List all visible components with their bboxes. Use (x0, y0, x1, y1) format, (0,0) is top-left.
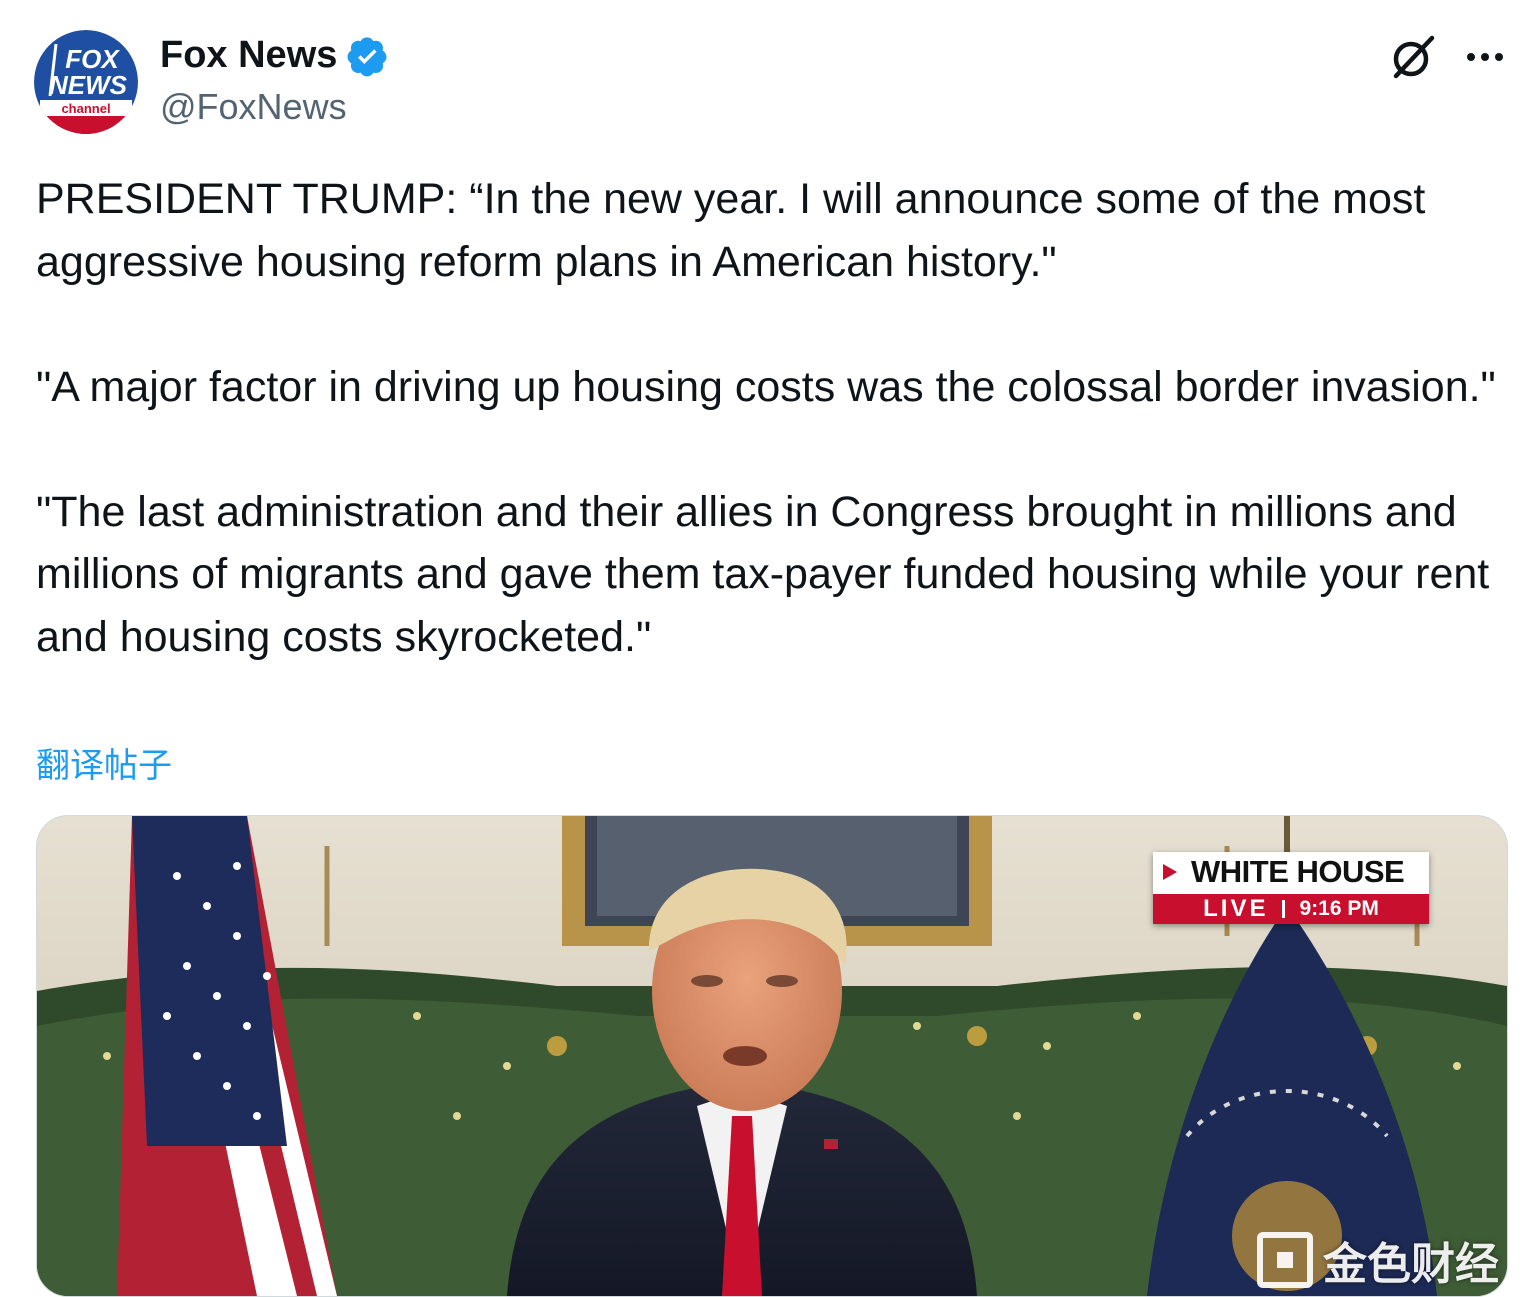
chyron-title: WHITE HOUSE (1191, 854, 1405, 889)
watermark-text: 金色财经 (1323, 1239, 1499, 1290)
chyron-live-row: LIVE 9:16 PM (1153, 894, 1429, 924)
chyron-title-row: WHITE HOUSE (1153, 852, 1429, 892)
avatar-text-news: NEWS (49, 70, 128, 100)
chyron-live-label: LIVE (1203, 895, 1269, 922)
translate-post-link[interactable]: 翻译帖子 (36, 738, 172, 787)
more-options-icon[interactable] (1458, 30, 1512, 84)
avatar-text-channel: channel (61, 101, 110, 116)
author-handle[interactable]: @FoxNews (160, 86, 347, 128)
watermark-logo-icon (1257, 1232, 1313, 1288)
play-arrow-icon (1163, 864, 1177, 880)
tweet-text: PRESIDENT TRUMP: “In the new year. I wil… (36, 175, 1496, 661)
chyron-separator (1282, 900, 1286, 918)
watermark: 金色财经 (1257, 1228, 1499, 1292)
author-name[interactable]: Fox News (160, 34, 337, 77)
author-name-row[interactable]: Fox News (160, 34, 389, 77)
chyron-time: 9:16 PM (1299, 897, 1379, 920)
grok-icon[interactable] (1386, 30, 1440, 84)
avatar[interactable]: FOX NEWS channel (34, 30, 138, 134)
news-chyron: WHITE HOUSE LIVE 9:16 PM (1153, 852, 1429, 924)
media-image[interactable]: WHITE HOUSE LIVE 9:16 PM 金色财经 (36, 815, 1508, 1297)
verified-badge-icon (347, 35, 389, 77)
